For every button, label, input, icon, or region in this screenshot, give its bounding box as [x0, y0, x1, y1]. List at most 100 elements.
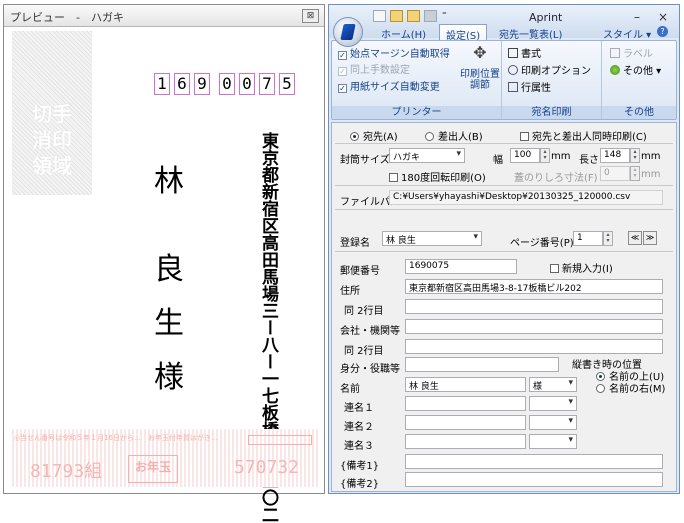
tab-home[interactable]: ホーム(H) [375, 24, 432, 41]
label-icon [610, 48, 620, 58]
address2-label: 同 2行目 [344, 306, 384, 317]
address-input[interactable]: 東京都新宿区高田馬場3-8-17板橋ビル202 [405, 279, 663, 294]
printer-group-label: プリンター [332, 106, 501, 119]
app-logo-button[interactable] [333, 17, 363, 47]
tab-address-list[interactable]: 宛先一覧表(L) [493, 24, 568, 41]
open-folder-icon[interactable] [390, 10, 403, 22]
joint-honorific3-select[interactable] [529, 434, 577, 449]
note2-label: {備考2} [340, 479, 380, 490]
envelope-size-select[interactable]: ハガキ [389, 148, 465, 163]
aprint-window: ⁼ Aprint – × ホーム(H) 設定(S) 宛先一覧表(L) スタイル … [328, 4, 680, 494]
height-label: 長さ [579, 155, 599, 166]
label-button[interactable]: ラベル [610, 45, 653, 60]
minimize-button[interactable]: – [634, 10, 640, 24]
joint-name1-input[interactable] [405, 396, 526, 411]
save-folder-icon[interactable] [407, 10, 420, 22]
dest-radio[interactable]: 宛先(A) [350, 128, 398, 143]
joint-honorific1-select[interactable] [529, 396, 577, 411]
stamp-area-text: 切手 消印 領域 [32, 102, 72, 178]
style-menu[interactable]: スタイル ▾ [597, 24, 657, 41]
preview-close-button[interactable]: ⊠ [302, 9, 319, 23]
auto-margin-check[interactable]: ✓ 始点マージン自動取得 [338, 45, 450, 60]
company2-input[interactable] [405, 339, 663, 354]
new-file-icon[interactable] [373, 10, 386, 22]
recipient-name-char: 様 [154, 360, 184, 395]
zip-digit: 5 [279, 73, 295, 95]
width-unit: mm [551, 151, 571, 162]
page-number-input[interactable]: 1 [573, 231, 603, 246]
divider [335, 185, 673, 186]
lottery-postmark [248, 435, 312, 445]
new-input-check[interactable]: 新規入力(I) [550, 260, 613, 275]
prev-page-button[interactable]: ≪ [628, 231, 642, 245]
height-spinner[interactable]: ▴ ▾ [630, 148, 640, 163]
flap-unit: mm [641, 169, 661, 180]
flap-input[interactable]: 0 [600, 166, 630, 181]
format-icon [508, 48, 518, 58]
height-unit: mm [641, 151, 661, 162]
page-number-label: ページ番号(P) [510, 238, 574, 249]
joint-name1-label: 連名１ [344, 403, 374, 414]
auto-paper-check[interactable]: ✓ 用紙サイズ自動変更 [338, 78, 440, 93]
help-icon[interactable]: ? [655, 24, 670, 40]
format-button[interactable]: 書式 [508, 45, 541, 60]
name-input[interactable]: 林 良生 [405, 377, 526, 392]
printer-group: ✓ 始点マージン自動取得 ✓ 同上手数設定 ✓ 用紙サイズ自動変更 ✥ 印刷位置 調節… [332, 41, 502, 119]
divider [335, 209, 673, 210]
rotate-check[interactable]: 180度回転印刷(O) [389, 169, 486, 184]
both-print-check[interactable]: 宛先と差出人同時印刷(C) [520, 128, 647, 143]
address2-input[interactable] [405, 299, 663, 314]
note2-input[interactable] [405, 472, 663, 487]
print-option-button[interactable]: 印刷オプション [508, 62, 591, 77]
honorific-select[interactable]: 様 [529, 377, 577, 392]
note1-input[interactable] [405, 454, 663, 469]
joint-honorific2-select[interactable] [529, 415, 577, 430]
name-label: 名前 [340, 384, 360, 395]
postcard-preview: 切手 消印 領域 1 6 9 0 0 7 5 林 良 生 様 東京都新宿区高田馬… [10, 29, 320, 523]
other-button[interactable]: その他 ▾ [610, 62, 661, 77]
print-icon[interactable] [424, 10, 437, 22]
flap-spinner[interactable]: ▴ ▾ [630, 166, 640, 181]
regname-select[interactable]: 林 良生 [382, 231, 482, 246]
sender-radio[interactable]: 差出人(B) [425, 128, 483, 143]
address-form: 宛先(A) 差出人(B) 宛先と差出人同時印刷(C) 封筒サイズ ハガキ 幅 1… [331, 122, 677, 492]
lottery-number-right: 570732 [234, 457, 300, 478]
lottery-text: ◎当せん番号は令和５年１月16日から… お年玉付年賀はがき… [14, 434, 219, 442]
preview-window: プレビュー - ハガキ ⊠ 切手 消印 領域 1 6 9 0 0 7 5 林 良… [3, 4, 325, 523]
joint-name3-input[interactable] [405, 434, 526, 449]
company-input[interactable] [405, 319, 663, 334]
tab-settings[interactable]: 設定(S) [439, 24, 488, 42]
height-input[interactable]: 148 [600, 148, 630, 163]
postal-input[interactable]: 1690075 [405, 259, 517, 274]
print-position-button[interactable]: 印刷位置 調節 [460, 69, 500, 91]
print-option-icon [508, 65, 518, 75]
preview-titlebar: プレビュー - ハガキ ⊠ [4, 5, 324, 27]
next-page-button[interactable]: ≫ [643, 231, 657, 245]
preview-title: プレビュー - ハガキ [10, 11, 124, 24]
joint-name3-label: 連名３ [344, 441, 374, 452]
regname-label: 登録名 [340, 238, 370, 249]
width-input[interactable]: 100 [510, 148, 540, 163]
note1-label: {備考1} [340, 461, 380, 472]
filepath-field: C:¥Users¥yhayashi¥Desktop¥20130325_12000… [389, 190, 663, 205]
app-logo-icon [340, 24, 356, 40]
line-attr-button[interactable]: 行属性 [508, 79, 551, 94]
recipient-name-char: 生 [154, 306, 184, 341]
move-arrows-icon[interactable]: ✥ [460, 43, 500, 62]
postal-label: 郵便番号 [340, 266, 380, 277]
pos-right-radio[interactable]: 名前の右(M) [596, 380, 665, 395]
width-spinner[interactable]: ▴ ▾ [540, 148, 550, 163]
joint-name2-input[interactable] [405, 415, 526, 430]
qat-customize-icon[interactable]: ⁼ [442, 11, 447, 21]
position-input[interactable] [405, 357, 559, 372]
other-group: ラベル その他 ▾ その他 [602, 41, 676, 119]
company-label: 会社・機関等 [340, 326, 400, 337]
address-print-group: 書式 印刷オプション 行属性 宛名印刷 [502, 41, 602, 119]
zip-digit: 0 [239, 73, 255, 95]
page-number-spinner[interactable]: ▴ ▾ [603, 231, 613, 246]
same-hand-check[interactable]: ✓ 同上手数設定 [338, 61, 410, 76]
joint-name2-label: 連名２ [344, 422, 374, 433]
divider [335, 251, 673, 252]
zip-digit: 0 [219, 73, 235, 95]
close-button[interactable]: × [658, 10, 668, 24]
